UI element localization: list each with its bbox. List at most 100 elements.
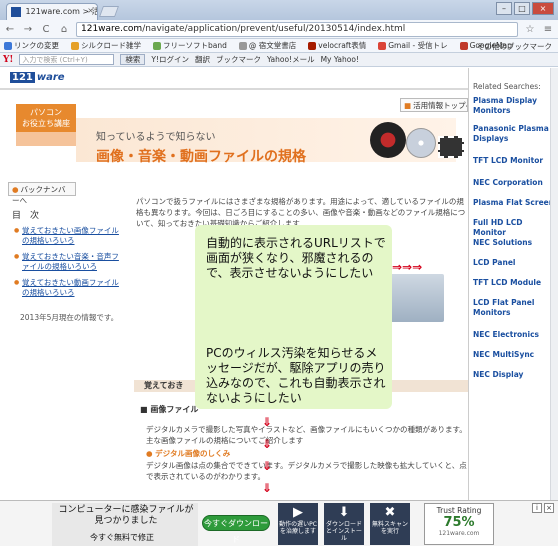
down-arrow-icon: ⇓ <box>262 437 273 451</box>
bookmark-item[interactable]: Gmail - 受信トレ <box>378 40 448 51</box>
back-button[interactable]: ← <box>4 24 16 35</box>
bookmark-item[interactable]: リンクの変更 <box>4 40 59 51</box>
bookmark-label: リンクの変更 <box>14 41 59 50</box>
related-search-link[interactable]: NEC MultiSync <box>473 350 557 360</box>
tools-icon: ✖ <box>384 505 396 520</box>
download-now-button[interactable]: 今すぐダウンロード <box>202 515 270 544</box>
bookmark-label: Gmail - 受信トレ <box>388 41 448 50</box>
yahoo-search-button[interactable]: 検索 <box>120 54 146 65</box>
forward-button[interactable]: → <box>22 24 34 35</box>
other-bookmarks[interactable]: その他のブックマーク <box>477 41 552 52</box>
back-number-button[interactable]: バックナンバーへ <box>8 182 76 205</box>
maximize-button[interactable]: □ <box>514 2 530 15</box>
toc-link-images[interactable]: 覚えておきたい画像ファイルの規格いろいろ <box>14 226 124 246</box>
close-window-button[interactable]: × <box>532 2 554 15</box>
related-search-link[interactable]: TFT LCD Module <box>473 278 557 288</box>
browser-tab[interactable]: 121ware.com > 活用情 × <box>6 3 98 20</box>
film-icon <box>438 136 464 158</box>
virus-warning-ad: コンピューターに感染ファイルが見つかりました 今すぐ無料で修正 今すぐダウンロー… <box>0 500 558 546</box>
my-yahoo-link[interactable]: My Yahoo! <box>321 55 359 64</box>
bookmark-item[interactable]: シルクロード雑学 <box>71 40 141 51</box>
related-search-link[interactable]: NEC Corporation <box>473 178 557 188</box>
bookmark-icon <box>4 41 12 50</box>
trust-rating-title: Trust Rating <box>436 506 482 515</box>
bookmark-icon <box>459 41 468 50</box>
logo-text: ware <box>36 72 65 83</box>
home-button[interactable]: ⌂ <box>58 24 70 35</box>
related-search-link[interactable]: NEC Electronics <box>473 330 557 340</box>
down-arrow-icon: ⇓ <box>262 459 273 473</box>
tab-bar: 121ware.com > 活用情 × – □ × <box>0 0 558 20</box>
bookmark-icon <box>71 41 79 50</box>
ad-close-icon[interactable]: × <box>544 503 554 513</box>
badge-bottom-text: お役立ち講座 <box>22 119 70 128</box>
related-search-link[interactable]: NEC Display <box>473 370 557 380</box>
related-search-link[interactable]: NEC Solutions <box>473 238 557 248</box>
new-tab-button[interactable] <box>98 6 120 17</box>
subsection-heading: ■ 画像ファイル <box>140 405 199 414</box>
related-search-link[interactable]: Full HD LCD Monitor <box>473 218 557 238</box>
url-path: /navigate/application/prevent/useful/201… <box>142 23 406 34</box>
ad-tile-scan[interactable]: ✖ 無料スキャンを実行 <box>370 503 410 545</box>
trust-rating-badge: Trust Rating 75% 121ware.com <box>424 503 494 545</box>
toc-link-audio[interactable]: 覚えておきたい音楽・音声ファイルの規格いろいろ <box>14 252 124 272</box>
yahoo-logo[interactable]: Y! <box>3 55 13 65</box>
ad-tile-label: 無料スキャンを実行 <box>371 521 408 535</box>
bookmark-label: velocraft表情 <box>318 41 367 50</box>
subsection-heading-2: ● デジタル画像のしくみ <box>146 449 231 458</box>
page-title: 画像・音楽・動画ファイルの規格 <box>96 149 306 165</box>
table-of-contents: 覚えておきたい画像ファイルの規格いろいろ 覚えておきたい音楽・音声ファイルの規格… <box>14 226 124 304</box>
favicon-icon <box>11 6 21 17</box>
logo-mark: 121 <box>10 72 35 83</box>
related-search-link[interactable]: Panasonic Plasma Displays <box>473 124 557 144</box>
related-search-link[interactable]: Plasma Flat Screen <box>473 198 557 208</box>
cd-disc-icon <box>406 128 436 158</box>
related-searches-title: Related Searches: <box>473 82 541 91</box>
category-badge: パソコン お役立ち講座 <box>16 104 76 132</box>
yahoo-bookmark-link[interactable]: ブックマーク <box>216 54 261 65</box>
laptop-illustration <box>390 274 444 322</box>
ad-info-icon[interactable]: i <box>532 503 542 513</box>
bookmark-item[interactable]: フリーソフトband <box>153 40 227 51</box>
yahoo-mail-link[interactable]: Yahoo!メール <box>267 54 315 65</box>
site-logo[interactable]: 121 ware <box>10 72 65 83</box>
related-search-link[interactable]: Plasma Display Monitors <box>473 96 557 116</box>
trust-rating-value: 75% <box>443 515 475 530</box>
menu-icon[interactable]: ≡ <box>542 24 554 35</box>
ad-tile-download[interactable]: ⬇ ダウンロードとインストール <box>324 503 364 545</box>
translate-link[interactable]: 翻訳 <box>195 54 210 65</box>
bookmark-star-icon[interactable]: ☆ <box>524 24 536 35</box>
bookmark-label: フリーソフトband <box>163 41 227 50</box>
yahoo-search-input[interactable]: 入力で検索 (Ctrl+Y) <box>19 54 115 65</box>
bookmark-item[interactable]: @ 宿文堂書店 <box>238 40 297 51</box>
ad-tile-speed[interactable]: ▶ 動作の遅いPCを治療します <box>278 503 318 545</box>
top-link-button[interactable]: 活用情報トップへ <box>400 98 468 112</box>
ad-controls: i × <box>532 503 554 513</box>
bookmark-item[interactable]: velocraft表情 <box>308 40 366 51</box>
related-search-link[interactable]: TFT LCD Monitor <box>473 156 557 166</box>
tab-close-icon[interactable]: × <box>87 6 94 15</box>
url-domain: 121ware.com <box>81 23 143 34</box>
bookmarks-bar: リンクの変更 シルクロード雑学 フリーソフトband @ 宿文堂書店 veloc… <box>0 39 558 53</box>
right-arrow-icon: ⇒⇒⇒ <box>392 260 423 274</box>
badge-top-text: パソコン <box>30 108 62 117</box>
address-bar[interactable]: 121ware.com/navigate/application/prevent… <box>76 21 518 37</box>
yahoo-login-link[interactable]: Y!ログイン <box>151 54 189 65</box>
down-arrow-icon: ⇓ <box>262 481 273 495</box>
page-header: パソコン お役立ち講座 知っているようで知らない 画像・音楽・動画ファイルの規格… <box>0 96 468 176</box>
bookmark-label: @ 宿文堂書店 <box>248 41 297 50</box>
sidebar-scrollbar[interactable] <box>550 68 558 500</box>
download-icon: ⬇ <box>338 505 350 520</box>
minimize-button[interactable]: – <box>496 2 512 15</box>
section-body: デジタルカメラで撮影した写真やイラストなど、画像ファイルにもいくつかの種類があり… <box>146 425 467 445</box>
reload-button[interactable]: C <box>40 24 52 35</box>
related-search-link[interactable]: LCD Panel <box>473 258 557 268</box>
trust-rating-site: 121ware.com <box>438 530 480 537</box>
bookmark-icon <box>238 41 247 50</box>
toc-link-video[interactable]: 覚えておきたい動画ファイルの規格いろいろ <box>14 278 124 298</box>
ad-tile-label: 動作の遅いPCを治療します <box>279 521 317 535</box>
bookmark-icon <box>378 41 387 50</box>
annotation-text-1: 自動的に表示されるURLリストで画面が狭くなり、邪魔されるので、表示させないよう… <box>206 236 386 280</box>
related-search-link[interactable]: LCD Flat Panel Monitors <box>473 298 557 318</box>
bookmark-icon <box>308 41 317 50</box>
